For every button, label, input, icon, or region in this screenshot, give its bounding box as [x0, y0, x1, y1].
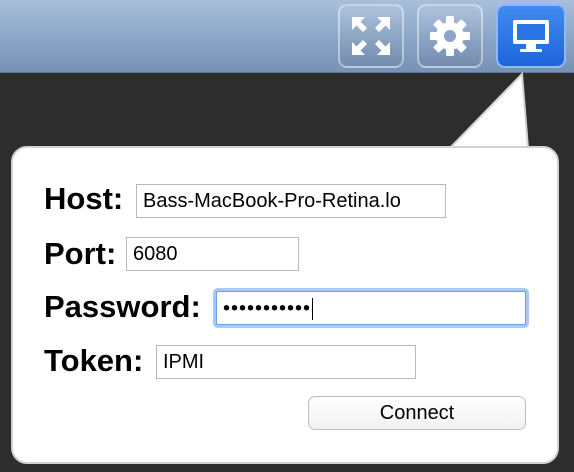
host-label: Host: [44, 181, 124, 216]
port-input[interactable]: 6080 [126, 237, 299, 271]
password-value: ••••••••••• [223, 297, 312, 320]
password-input[interactable]: ••••••••••• [216, 291, 526, 325]
port-label: Port: [44, 236, 117, 271]
popup-pointer [447, 71, 530, 149]
connect-button[interactable]: Connect [308, 396, 526, 430]
connection-settings-panel: Host: Bass-MacBook-Pro-Retina.lo Port: 6… [11, 146, 559, 464]
host-input[interactable]: Bass-MacBook-Pro-Retina.lo [136, 184, 446, 218]
text-caret [312, 297, 314, 320]
token-label: Token: [44, 343, 144, 378]
password-label: Password: [44, 289, 201, 324]
token-input[interactable]: IPMI [156, 345, 416, 379]
